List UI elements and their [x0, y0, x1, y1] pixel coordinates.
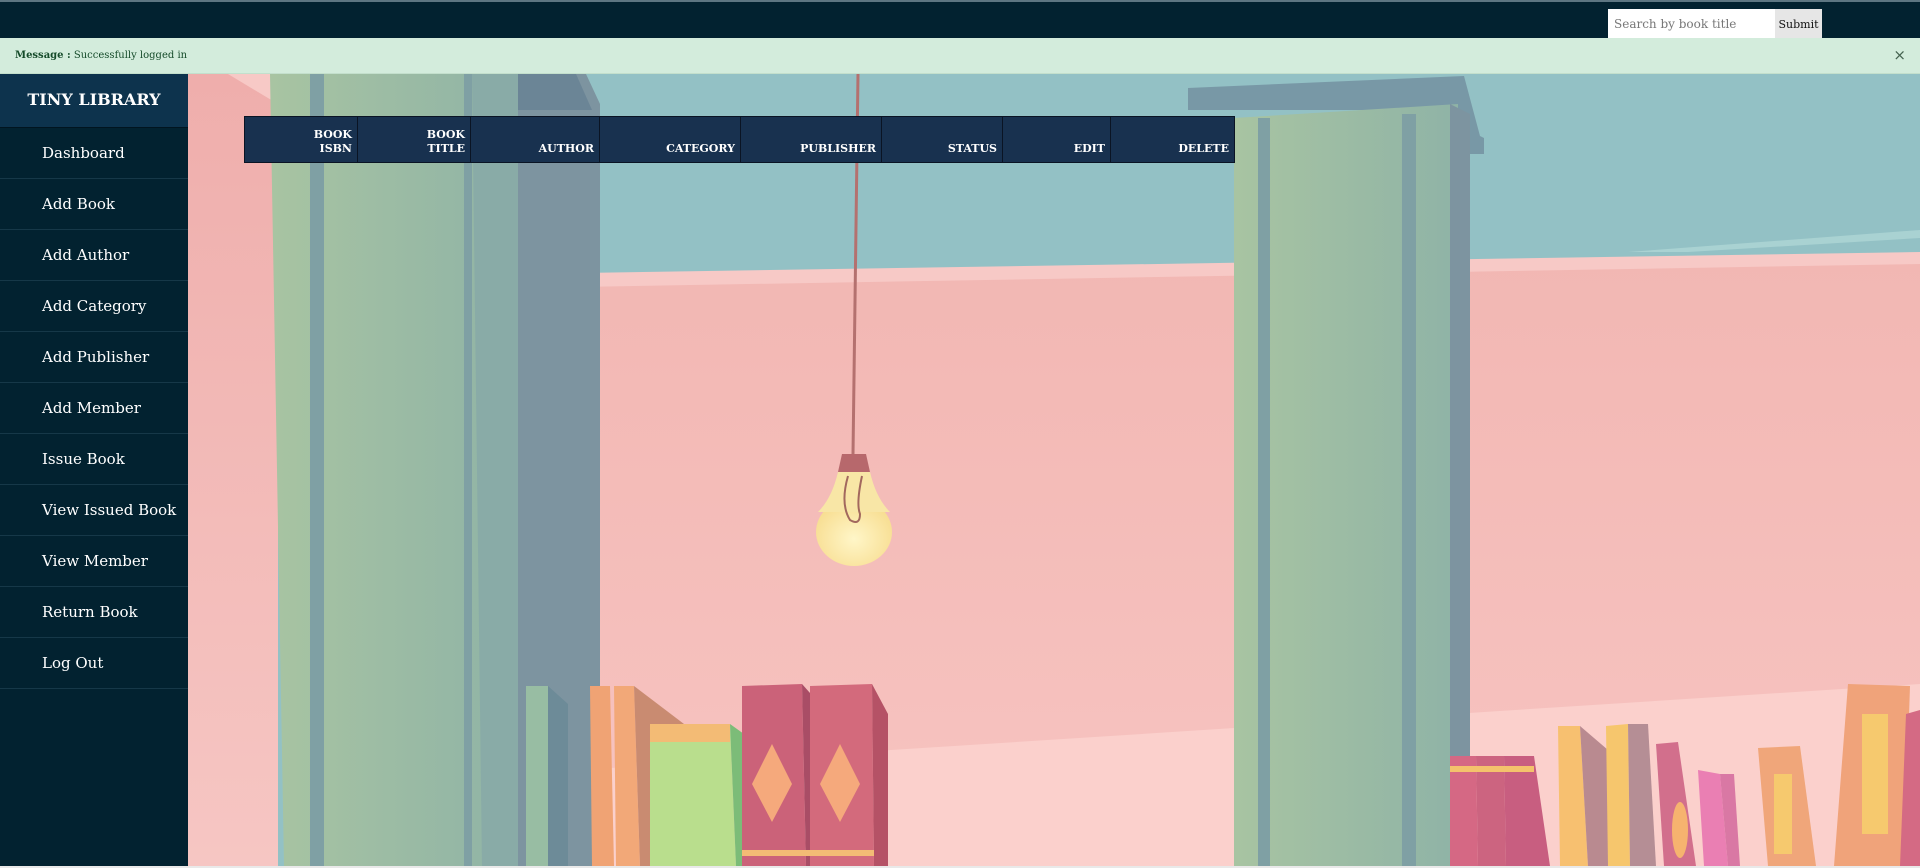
sidebar-item-view-member[interactable]: View Member — [0, 536, 188, 587]
alert-text: Successfully logged in — [73, 50, 188, 61]
sidebar-item-issue-book[interactable]: Issue Book — [0, 434, 188, 485]
sidebar: TINY LIBRARY Dashboard Add Book Add Auth… — [0, 74, 188, 868]
column-header-author: AUTHOR — [470, 116, 600, 163]
sidebar-item-return-book[interactable]: Return Book — [0, 587, 188, 638]
column-header-book-isbn-line2: ISBN — [319, 142, 352, 155]
search-submit-button[interactable]: Submit — [1775, 9, 1822, 39]
column-header-edit: EDIT — [1002, 116, 1111, 163]
sidebar-item-add-publisher[interactable]: Add Publisher — [0, 332, 188, 383]
sidebar-item-add-book[interactable]: Add Book — [0, 179, 188, 230]
main-content: BOOK ISBN BOOK TITLE AUTHOR CATEGORY PUBLI… — [188, 74, 1920, 866]
success-alert: Message : Successfully logged in × — [0, 38, 1920, 74]
sidebar-item-dashboard[interactable]: Dashboard — [0, 128, 188, 179]
table-header-row: BOOK ISBN BOOK TITLE AUTHOR CATEGORY PUBLI… — [244, 116, 1235, 163]
alert-message: Message : Successfully logged in — [15, 50, 187, 61]
search-form: Submit — [1608, 9, 1822, 39]
column-header-category: CATEGORY — [599, 116, 741, 163]
sidebar-item-add-member[interactable]: Add Member — [0, 383, 188, 434]
column-header-status: STATUS — [881, 116, 1003, 163]
column-header-delete: DELETE — [1110, 116, 1235, 163]
books-table: BOOK ISBN BOOK TITLE AUTHOR CATEGORY PUBLI… — [244, 116, 1235, 163]
search-input[interactable] — [1608, 9, 1775, 39]
sidebar-item-log-out[interactable]: Log Out — [0, 638, 188, 689]
column-header-book-isbn: BOOK ISBN — [244, 116, 358, 163]
close-icon[interactable]: × — [1893, 46, 1906, 64]
sidebar-item-add-category[interactable]: Add Category — [0, 281, 188, 332]
column-header-book-title-line2: TITLE — [427, 142, 465, 155]
column-header-book-title: BOOK TITLE — [357, 116, 471, 163]
sidebar-item-add-author[interactable]: Add Author — [0, 230, 188, 281]
column-header-publisher: PUBLISHER — [740, 116, 882, 163]
sidebar-item-view-issued-book[interactable]: View Issued Book — [0, 485, 188, 536]
top-navbar: Submit — [0, 0, 1920, 39]
alert-label: Message : — [15, 50, 71, 61]
column-header-book-isbn-line1: BOOK — [313, 128, 352, 141]
library-background-illustration — [188, 74, 1920, 866]
column-header-book-title-line1: BOOK — [426, 128, 465, 141]
brand-logo[interactable]: TINY LIBRARY — [0, 74, 188, 128]
